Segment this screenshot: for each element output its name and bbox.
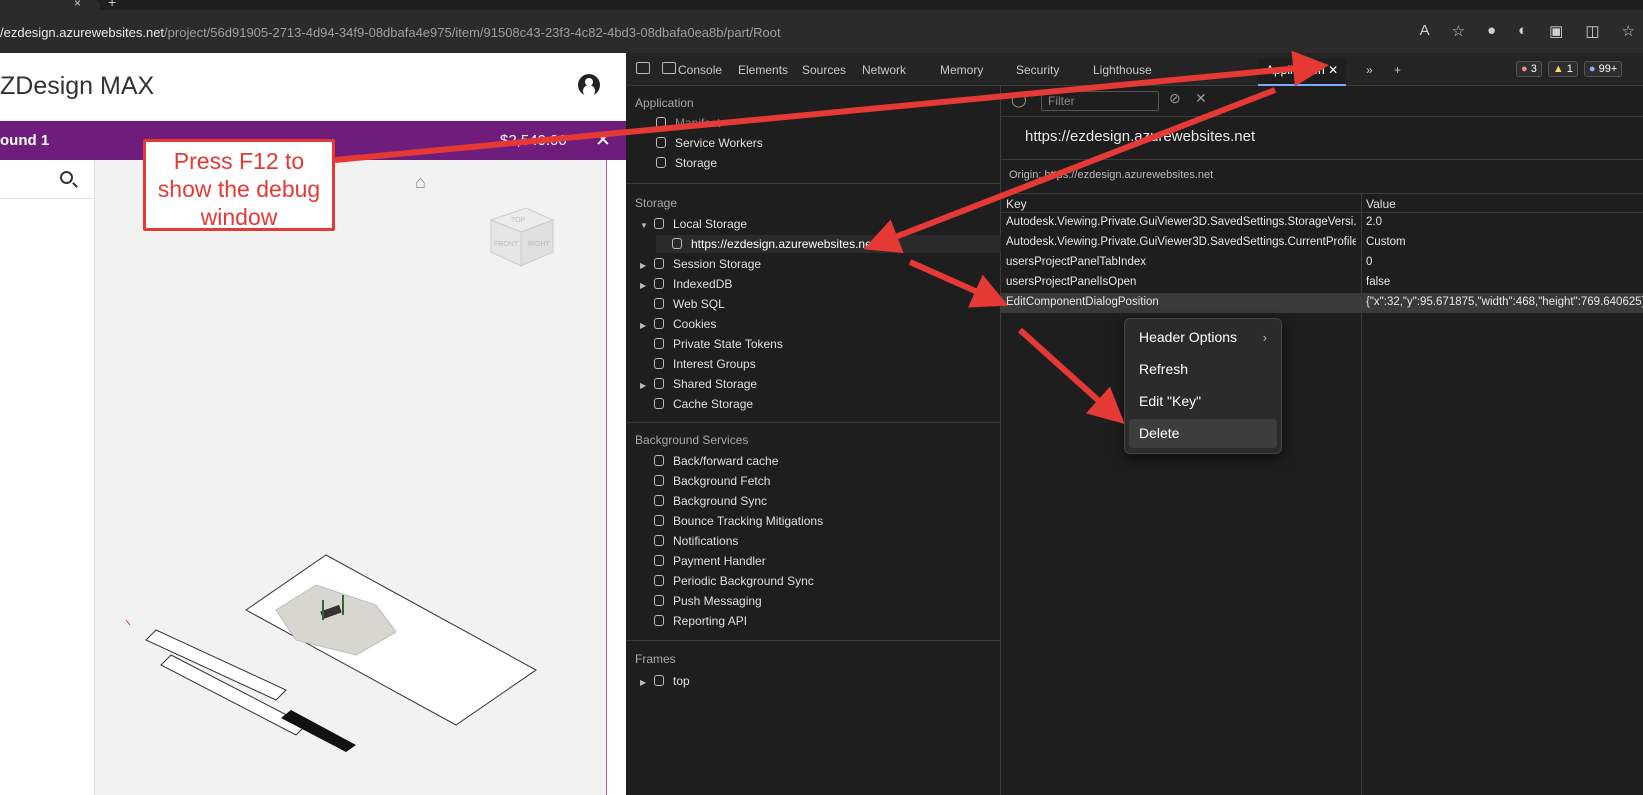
arrow-to-delete (1017, 327, 1125, 425)
arrow-to-row (908, 259, 1009, 308)
arrow-to-local-storage (863, 87, 1277, 254)
annotation-arrows (334, 50, 1329, 425)
arrow-to-application-tab (334, 50, 1329, 163)
